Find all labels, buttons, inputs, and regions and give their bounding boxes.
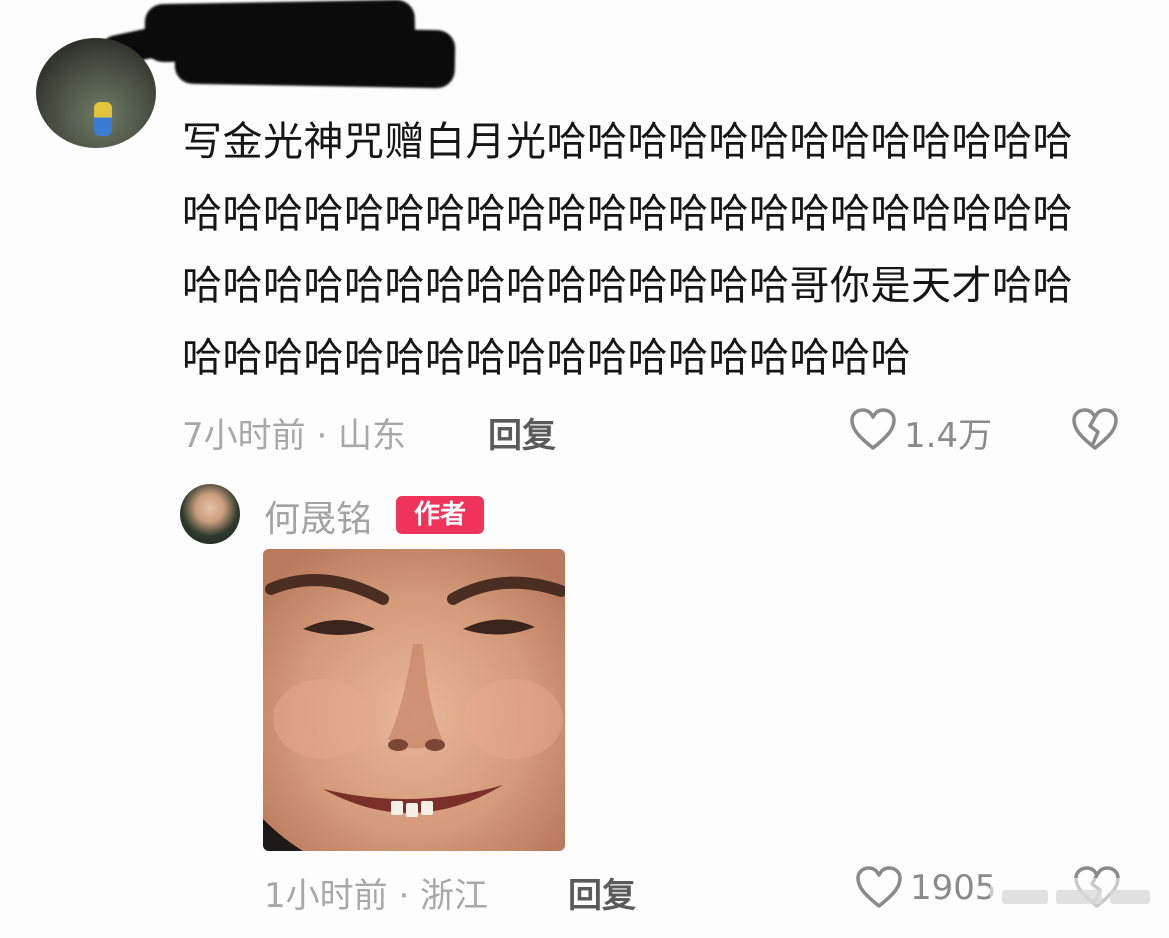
comment-text: 写金光神咒赠白月光哈哈哈哈哈哈哈哈哈哈哈哈哈哈哈哈哈哈哈哈哈哈哈哈哈哈哈哈哈哈哈… xyxy=(182,119,1073,381)
reply-sticker-image[interactable] xyxy=(263,549,565,851)
reply-reply-button[interactable]: 回复 xyxy=(568,868,636,917)
avatar-figure xyxy=(94,102,112,136)
author-avatar[interactable] xyxy=(180,484,240,544)
comment-reply-button[interactable]: 回复 xyxy=(488,408,556,457)
commenter-avatar[interactable] xyxy=(36,38,156,148)
watermark-logo xyxy=(990,878,1160,918)
heart-outline-icon[interactable] xyxy=(848,406,898,452)
reply-time-location: 1小时前 · 浙江 xyxy=(264,876,489,916)
author-badge: 作者 xyxy=(396,496,484,534)
reply-username[interactable]: 何晟铭 xyxy=(264,490,372,542)
comment-like-count: 1.4万 xyxy=(904,416,993,456)
comment-thread: 写金光神咒赠白月光哈哈哈哈哈哈哈哈哈哈哈哈哈哈哈哈哈哈哈哈哈哈哈哈哈哈哈哈哈哈哈… xyxy=(0,0,1169,938)
broken-heart-icon[interactable] xyxy=(1070,406,1120,452)
comment-time-location: 7小时前 · 山东 xyxy=(182,416,407,456)
smiling-face-sticker xyxy=(263,549,565,851)
reply-like-count: 1905 xyxy=(910,868,997,908)
heart-outline-icon[interactable] xyxy=(854,864,904,910)
